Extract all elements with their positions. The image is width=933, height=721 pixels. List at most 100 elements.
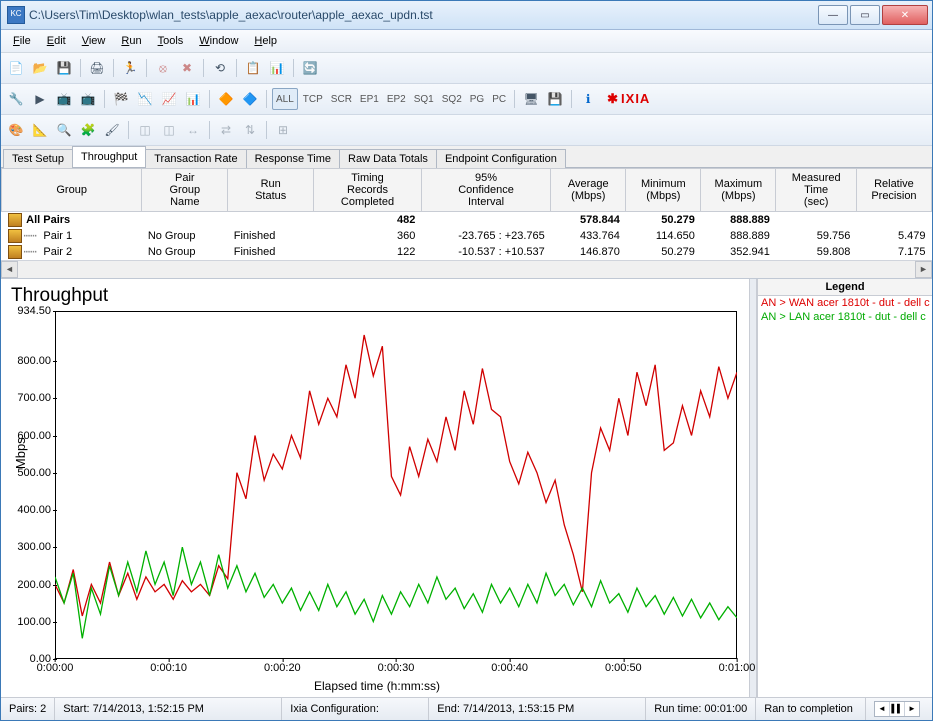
main-window: KC C:\Users\Tim\Desktop\wlan_tests\apple… <box>0 0 933 721</box>
tab-test-setup[interactable]: Test Setup <box>3 149 73 168</box>
tb2-icon-2[interactable]: ▶ <box>29 88 51 110</box>
legend-item[interactable]: AN > LAN acer 1810t - dut - dell c <box>758 310 932 324</box>
table-row[interactable]: All Pairs482578.84450.279888.889 <box>2 212 932 229</box>
legend-pane: Legend AN > WAN acer 1810t - dut - dell … <box>757 279 932 697</box>
filter-scr[interactable]: SCR <box>328 89 355 109</box>
filter-sq1[interactable]: SQ1 <box>411 89 437 109</box>
menu-run[interactable]: Run <box>113 32 149 50</box>
abort-icon[interactable]: ✖ <box>176 57 198 79</box>
col-measured-time-sec-[interactable]: MeasuredTime(sec) <box>776 169 856 212</box>
menu-window[interactable]: Window <box>191 32 246 50</box>
stop-icon[interactable]: ⦻ <box>152 57 174 79</box>
export-icon[interactable]: 📋 <box>242 57 264 79</box>
grid-hscrollbar[interactable]: ◄ ► <box>1 260 932 278</box>
tb3-icon-6[interactable]: ◫ <box>134 119 156 141</box>
menu-help[interactable]: Help <box>246 32 285 50</box>
tb3-icon-10[interactable]: ⇅ <box>239 119 261 141</box>
col-timing-records-completed[interactable]: TimingRecordsCompleted <box>314 169 422 212</box>
col-maximum-mbps-[interactable]: Maximum(Mbps) <box>701 169 776 212</box>
chart-xlabel: Elapsed time (h:mm:ss) <box>9 679 745 693</box>
col-minimum-mbps-[interactable]: Minimum(Mbps) <box>626 169 701 212</box>
chart-legend-splitter[interactable] <box>749 279 757 697</box>
col-group[interactable]: Group <box>2 169 142 212</box>
tb3-icon-3[interactable]: 🔍 <box>53 119 75 141</box>
titlebar[interactable]: KC C:\Users\Tim\Desktop\wlan_tests\apple… <box>1 1 932 30</box>
ytick: 700.00 <box>17 392 51 404</box>
col-95-confidence-interval[interactable]: 95%ConfidenceInterval <box>421 169 550 212</box>
col-run-status[interactable]: RunStatus <box>228 169 314 212</box>
tab-throughput[interactable]: Throughput <box>72 146 146 167</box>
tb3-icon-11[interactable]: ⊞ <box>272 119 294 141</box>
tb3-icon-8[interactable]: ↔ <box>182 119 204 141</box>
ytick: 300.00 <box>17 541 51 553</box>
status-end: End: 7/14/2013, 1:53:15 PM <box>429 698 646 720</box>
toolbar-2: 🔧 ▶ 📺 📺 🏁 📉 📈 📊 🔶 🔷 ALL TCP SCR EP1 EP2 … <box>1 84 932 115</box>
scroll-right-icon[interactable]: ► <box>915 261 932 278</box>
filter-pg[interactable]: PG <box>467 89 487 109</box>
menu-file[interactable]: File <box>5 32 39 50</box>
minimize-button[interactable]: — <box>818 5 848 25</box>
filter-all[interactable]: ALL <box>272 88 298 110</box>
tab-raw-data-totals[interactable]: Raw Data Totals <box>339 149 437 168</box>
menu-view[interactable]: View <box>74 32 114 50</box>
ytick: 600.00 <box>17 430 51 442</box>
tb3-icon-9[interactable]: ⇄ <box>215 119 237 141</box>
tb2-icon-8[interactable]: 📊 <box>182 88 204 110</box>
status-start: Start: 7/14/2013, 1:52:15 PM <box>55 698 282 720</box>
filter-ep1[interactable]: EP1 <box>357 89 382 109</box>
chart-series <box>55 335 737 616</box>
chart-series <box>55 547 737 638</box>
ytick: 400.00 <box>17 504 51 516</box>
tb2-icon-11[interactable]: 🖥 <box>520 88 542 110</box>
legend-title: Legend <box>758 279 932 296</box>
tb3-icon-1[interactable]: 🎨 <box>5 119 27 141</box>
menu-edit[interactable]: Edit <box>39 32 74 50</box>
filter-tcp[interactable]: TCP <box>300 89 326 109</box>
save-icon[interactable]: 💾 <box>53 57 75 79</box>
tb2-icon-12[interactable]: 💾 <box>544 88 566 110</box>
tab-response-time[interactable]: Response Time <box>246 149 340 168</box>
filter-ep2[interactable]: EP2 <box>384 89 409 109</box>
run-icon[interactable]: 🏃 <box>119 57 141 79</box>
menu-tools[interactable]: Tools <box>150 32 192 50</box>
tab-endpoint-configuration[interactable]: Endpoint Configuration <box>436 149 566 168</box>
new-icon[interactable]: 📄 <box>5 57 27 79</box>
tb3-icon-4[interactable]: 🧩 <box>77 119 99 141</box>
tb2-icon-1[interactable]: 🔧 <box>5 88 27 110</box>
menubar: File Edit View Run Tools Window Help <box>1 30 932 53</box>
legend-item[interactable]: AN > WAN acer 1810t - dut - dell c <box>758 296 932 310</box>
scroll-left-icon[interactable]: ◄ <box>1 261 18 278</box>
tb3-icon-2[interactable]: 📐 <box>29 119 51 141</box>
tb2-icon-6[interactable]: 📉 <box>134 88 156 110</box>
tb2-icon-5[interactable]: 🏁 <box>110 88 132 110</box>
close-button[interactable]: ✕ <box>882 5 928 25</box>
tb2-icon-10[interactable]: 🔷 <box>239 88 261 110</box>
col-average-mbps-[interactable]: Average(Mbps) <box>551 169 626 212</box>
tb2-icon-3[interactable]: 📺 <box>53 88 75 110</box>
tb2-icon-7[interactable]: 📈 <box>158 88 180 110</box>
clear-results-icon[interactable]: ⟲ <box>209 57 231 79</box>
throughput-chart[interactable]: Mbps 0.00100.00200.00300.00400.00500.006… <box>55 311 737 659</box>
xtick: 0:00:00 <box>37 662 74 674</box>
filter-sq2[interactable]: SQ2 <box>439 89 465 109</box>
tab-transaction-rate[interactable]: Transaction Rate <box>145 149 246 168</box>
report-icon[interactable]: 📊 <box>266 57 288 79</box>
tb3-icon-5[interactable]: 🖌 <box>101 119 123 141</box>
refresh-icon[interactable]: 🔄 <box>299 57 321 79</box>
status-pairs: Pairs: 2 <box>1 698 55 720</box>
filter-pc[interactable]: PC <box>489 89 509 109</box>
col-relative-precision[interactable]: RelativePrecision <box>856 169 931 212</box>
open-icon[interactable]: 📂 <box>29 57 51 79</box>
table-row[interactable]: ⋯⋯ Pair 2No GroupFinished122-10.537 : +1… <box>2 244 932 260</box>
statusbar: Pairs: 2 Start: 7/14/2013, 1:52:15 PM Ix… <box>1 697 932 720</box>
tb2-icon-4[interactable]: 📺 <box>77 88 99 110</box>
col-pair-group-name[interactable]: PairGroupName <box>142 169 228 212</box>
table-row[interactable]: ⋯⋯ Pair 1No GroupFinished360-23.765 : +2… <box>2 228 932 244</box>
info-icon[interactable]: ℹ <box>577 88 599 110</box>
status-stepper[interactable]: ◄▌▌► <box>874 701 920 717</box>
print-icon[interactable]: 🖨 <box>86 57 108 79</box>
pair-icon <box>8 213 22 227</box>
tb3-icon-7[interactable]: ◫ <box>158 119 180 141</box>
tb2-icon-9[interactable]: 🔶 <box>215 88 237 110</box>
maximize-button[interactable]: ▭ <box>850 5 880 25</box>
